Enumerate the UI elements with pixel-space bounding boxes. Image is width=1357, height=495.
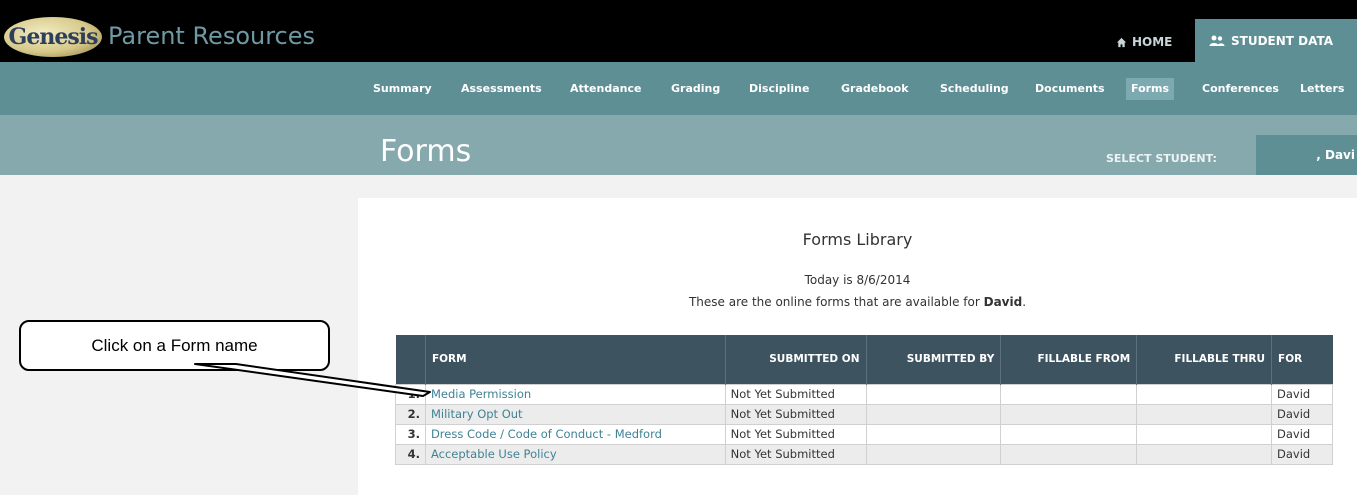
- fillable-from-cell: [1000, 383, 1138, 405]
- form-link-media-permission[interactable]: Media Permission: [424, 383, 726, 405]
- student-name: David: [983, 295, 1023, 309]
- column-header-submitted-by: SUBMITTED BY: [865, 335, 1001, 384]
- nav-item-documents[interactable]: Documents: [1030, 78, 1110, 100]
- table-row: 2. Military Opt Out Not Yet Submitted Da…: [395, 403, 1333, 425]
- nav-item-forms[interactable]: Forms: [1126, 78, 1175, 100]
- submitted-on-cell: Not Yet Submitted: [724, 403, 867, 425]
- submitted-by-cell: [865, 403, 1002, 425]
- forms-table: FORM SUBMITTED ON SUBMITTED BY FILLABLE …: [395, 335, 1333, 465]
- column-header-submitted-on: SUBMITTED ON: [724, 335, 867, 384]
- column-header-form: FORM: [424, 335, 726, 384]
- fillable-thru-cell: [1136, 383, 1273, 405]
- app-title: Parent Resources: [108, 22, 316, 50]
- submitted-by-cell: [865, 383, 1002, 405]
- submitted-on-cell: Not Yet Submitted: [724, 383, 867, 405]
- nav-item-assessments[interactable]: Assessments: [456, 78, 547, 100]
- student-data-label: STUDENT DATA: [1231, 33, 1333, 48]
- row-number: 3.: [395, 423, 426, 445]
- submitted-by-cell: [865, 443, 1002, 465]
- nav-item-gradebook[interactable]: Gradebook: [836, 78, 914, 100]
- select-student-label: SELECT STUDENT:: [1106, 152, 1217, 165]
- table-row: 3. Dress Code / Code of Conduct - Medfor…: [395, 423, 1333, 445]
- submitted-on-cell: Not Yet Submitted: [724, 423, 867, 445]
- nav-item-summary[interactable]: Summary: [368, 78, 437, 100]
- selected-student: , Davi: [1316, 148, 1355, 162]
- genesis-logo[interactable]: Genesis: [4, 17, 102, 57]
- page-title: Forms: [380, 134, 472, 169]
- available-prefix: These are the online forms that are avai…: [688, 295, 984, 309]
- nav-item-conferences[interactable]: Conferences: [1197, 78, 1284, 100]
- form-link-military-opt-out[interactable]: Military Opt Out: [424, 403, 726, 425]
- table-row: 4. Acceptable Use Policy Not Yet Submitt…: [395, 443, 1333, 465]
- for-cell: David: [1271, 423, 1333, 445]
- nav-item-attendance[interactable]: Attendance: [565, 78, 646, 100]
- row-number: 4.: [395, 443, 426, 465]
- nav-item-discipline[interactable]: Discipline: [744, 78, 814, 100]
- row-number: 2.: [395, 403, 426, 425]
- table-header-row: FORM SUBMITTED ON SUBMITTED BY FILLABLE …: [395, 335, 1333, 384]
- nav-item-scheduling[interactable]: Scheduling: [935, 78, 1014, 100]
- nav-item-grading[interactable]: Grading: [666, 78, 725, 100]
- home-icon: [1116, 37, 1127, 47]
- today-date-text: Today is 8/6/2014: [804, 273, 911, 287]
- student-data-button[interactable]: STUDENT DATA: [1195, 19, 1357, 62]
- logo-text: Genesis: [8, 24, 99, 50]
- nav-bar: Summary Assessments Attendance Grading D…: [0, 62, 1357, 115]
- home-label: HOME: [1132, 35, 1173, 49]
- column-header-number: [395, 335, 426, 384]
- for-cell: David: [1271, 443, 1333, 465]
- top-bar: Genesis Parent Resources HOME STUDENT DA…: [0, 0, 1357, 62]
- column-header-for: FOR: [1271, 335, 1333, 384]
- fillable-from-cell: [1000, 443, 1138, 465]
- available-suffix: .: [1022, 295, 1027, 309]
- row-number: 1.: [395, 383, 426, 405]
- callout-box: Click on a Form name: [19, 320, 330, 371]
- fillable-from-cell: [1000, 423, 1138, 445]
- for-cell: David: [1271, 383, 1333, 405]
- form-link-dress-code[interactable]: Dress Code / Code of Conduct - Medford: [424, 423, 726, 445]
- fillable-thru-cell: [1136, 403, 1273, 425]
- forms-library-title: Forms Library: [802, 230, 913, 249]
- nav-item-letters[interactable]: Letters: [1295, 78, 1349, 100]
- table-row: 1. Media Permission Not Yet Submitted Da…: [395, 383, 1333, 405]
- fillable-from-cell: [1000, 403, 1138, 425]
- submitted-by-cell: [865, 423, 1002, 445]
- select-student-dropdown[interactable]: , Davi: [1256, 135, 1357, 175]
- fillable-thru-cell: [1136, 423, 1273, 445]
- home-button[interactable]: HOME: [1108, 22, 1180, 62]
- available-forms-text: These are the online forms that are avai…: [358, 295, 1357, 309]
- column-header-fillable-thru: FILLABLE THRU: [1136, 335, 1272, 384]
- page-header: Forms SELECT STUDENT: , Davi: [0, 115, 1357, 175]
- for-cell: David: [1271, 403, 1333, 425]
- fillable-thru-cell: [1136, 443, 1273, 465]
- submitted-on-cell: Not Yet Submitted: [724, 443, 867, 465]
- users-icon: [1209, 35, 1225, 46]
- form-link-acceptable-use-policy[interactable]: Acceptable Use Policy: [424, 443, 726, 465]
- column-header-fillable-from: FILLABLE FROM: [1000, 335, 1137, 384]
- callout-text: Click on a Form name: [91, 335, 258, 355]
